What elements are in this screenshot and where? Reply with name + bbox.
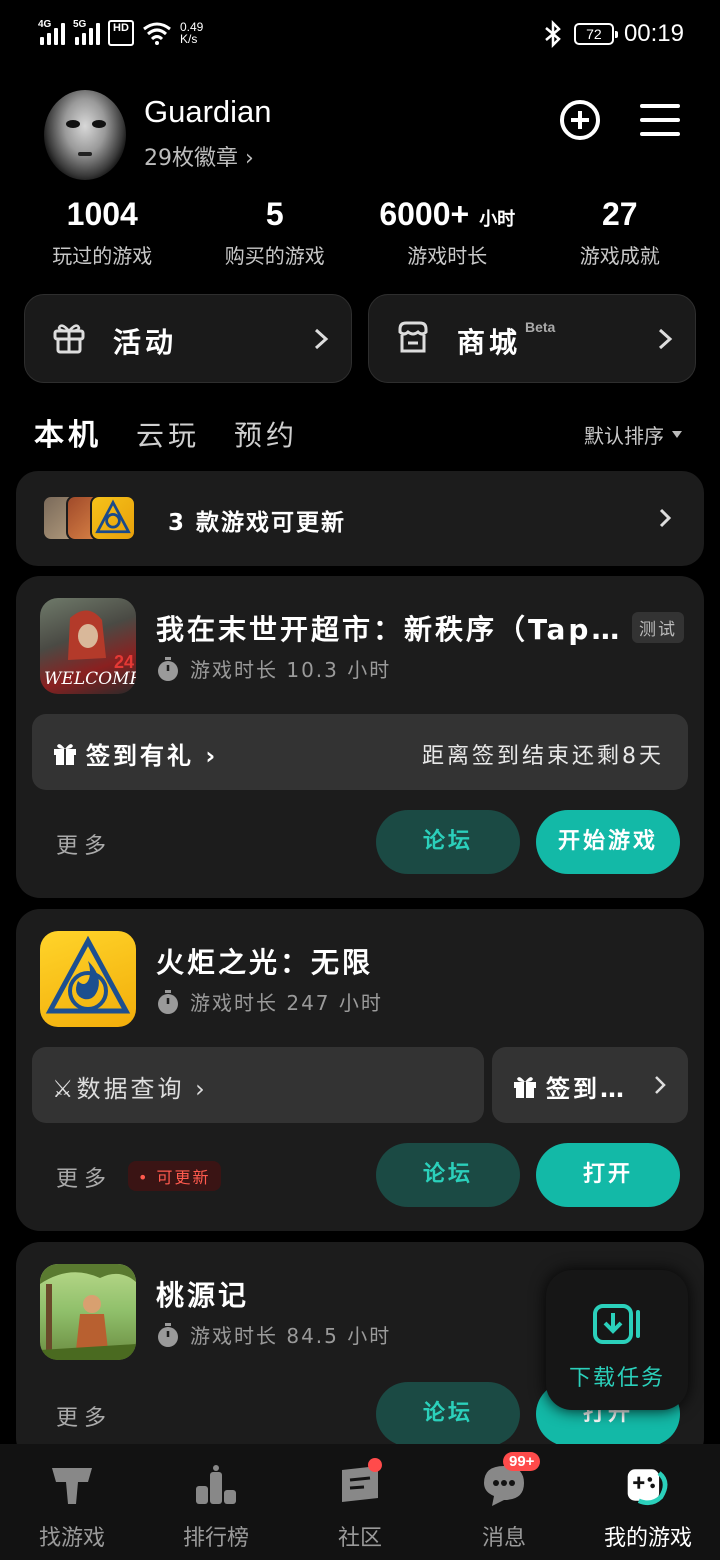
tab-local[interactable]: 本机 xyxy=(32,410,104,454)
bottom-nav: 找游戏 排行榜 社区 消息 我的游戏 xyxy=(0,1444,720,1560)
more-link[interactable]: 更多 xyxy=(56,1161,112,1193)
ranking-icon xyxy=(196,1465,236,1504)
stat-achievements[interactable]: 27 游戏成就 xyxy=(534,196,707,269)
store-button[interactable]: 商城 Beta xyxy=(368,294,696,383)
game-tabs: 本机 云玩 预约 xyxy=(32,410,298,454)
nav-find-games[interactable]: 找游戏 xyxy=(0,1444,144,1560)
forum-button[interactable]: 论坛 xyxy=(376,1143,520,1207)
my-games-icon xyxy=(627,1469,668,1506)
open-game-button[interactable]: 打开 xyxy=(536,1143,680,1207)
tab-reserve[interactable]: 预约 xyxy=(234,414,298,454)
check-in-strip[interactable]: 签到… xyxy=(492,1047,688,1123)
stopwatch-icon xyxy=(158,1322,178,1347)
game-card[interactable]: WELCOME 24 我在末世开超市：新秩序（Tap… 测试 游戏时长 10.3… xyxy=(16,576,704,898)
download-tasks-button[interactable]: 下载任务 xyxy=(546,1270,688,1410)
avatar[interactable] xyxy=(44,90,126,180)
svg-text:WELCOME: WELCOME xyxy=(44,669,136,689)
more-link[interactable]: 更多 xyxy=(56,828,112,860)
add-icon[interactable] xyxy=(558,98,602,142)
update-game-thumbnails xyxy=(42,495,152,541)
status-bar: 4G 5G HD 0.49 K/s 72 00:19 xyxy=(0,0,720,72)
more-link[interactable]: 更多 xyxy=(56,1400,112,1432)
game-title[interactable]: 我在末世开超市：新秩序（Tap… xyxy=(156,608,622,648)
nav-community[interactable]: 社区 xyxy=(288,1444,432,1560)
forum-button[interactable]: 论坛 xyxy=(376,810,520,874)
nav-ranking[interactable]: 排行榜 xyxy=(144,1444,288,1560)
start-game-button[interactable]: 开始游戏 xyxy=(536,810,680,874)
chevron-right-icon xyxy=(659,508,672,528)
download-icon xyxy=(593,1304,640,1344)
message-count-badge: 99+ xyxy=(503,1452,541,1471)
bluetooth-icon xyxy=(545,20,561,48)
activity-button[interactable]: 活动 xyxy=(24,294,352,383)
update-available-badge: • 可更新 xyxy=(128,1161,221,1191)
stopwatch-icon xyxy=(158,989,178,1014)
chevron-right-icon xyxy=(658,328,673,350)
gift-icon xyxy=(54,743,76,765)
badges-link[interactable]: 29枚徽章 › xyxy=(144,140,254,172)
play-time: 游戏时长 10.3 小时 xyxy=(156,654,391,683)
stat-games-played[interactable]: 1004 玩过的游戏 xyxy=(16,196,189,269)
nav-my-games[interactable]: 我的游戏 xyxy=(576,1444,720,1560)
test-tag: 测试 xyxy=(632,612,684,643)
play-time: 游戏时长 84.5 小时 xyxy=(156,1320,391,1349)
play-time: 游戏时长 247 小时 xyxy=(156,987,383,1016)
cell-signal-icon: 4G xyxy=(38,19,65,45)
stat-games-purchased[interactable]: 5 购买的游戏 xyxy=(189,196,362,269)
game-title[interactable]: 火炬之光：无限 xyxy=(156,941,373,981)
stopwatch-icon xyxy=(158,656,178,681)
data-query-strip[interactable]: ⚔数据查询 › xyxy=(32,1047,484,1123)
game-title[interactable]: 桃源记 xyxy=(156,1274,249,1314)
chevron-right-icon xyxy=(314,328,329,350)
forum-button[interactable]: 论坛 xyxy=(376,1382,520,1446)
find-games-icon xyxy=(52,1468,92,1504)
stat-play-time[interactable]: 6000+ 小时 游戏时长 xyxy=(361,196,534,269)
chevron-right-icon xyxy=(655,1076,666,1094)
tab-cloud[interactable]: 云玩 xyxy=(136,414,200,454)
game-icon[interactable] xyxy=(40,1264,136,1360)
network-speed: 0.49 K/s xyxy=(180,20,204,46)
wifi-icon xyxy=(143,22,171,45)
profile-stats: 1004 玩过的游戏 5 购买的游戏 6000+ 小时 游戏时长 27 游戏成就 xyxy=(16,196,706,269)
menu-icon[interactable] xyxy=(638,98,682,142)
sort-dropdown[interactable]: 默认排序 xyxy=(584,420,682,449)
battery-icon: 72 xyxy=(573,23,618,45)
store-icon xyxy=(398,321,428,353)
game-icon[interactable]: WELCOME 24 xyxy=(40,598,136,694)
game-card[interactable]: 火炬之光：无限 游戏时长 247 小时 ⚔数据查询 › 签到… 更多 • 可更新… xyxy=(16,909,704,1231)
username[interactable]: Guardian xyxy=(144,94,272,130)
hd-icon: HD xyxy=(108,20,134,46)
cell-signal-icon: 5G xyxy=(73,19,100,45)
clock: 00:19 xyxy=(623,20,684,47)
gift-icon xyxy=(514,1076,536,1098)
check-in-strip[interactable]: 签到有礼 › 距离签到结束还剩8天 xyxy=(32,714,688,790)
beta-tag: Beta xyxy=(525,319,556,335)
gift-icon xyxy=(53,324,85,354)
community-notification-dot xyxy=(368,1458,382,1472)
svg-text:24: 24 xyxy=(114,652,134,672)
game-icon[interactable] xyxy=(40,931,136,1027)
updates-banner[interactable]: 3 款游戏可更新 xyxy=(16,471,704,566)
caret-down-icon xyxy=(672,431,682,438)
